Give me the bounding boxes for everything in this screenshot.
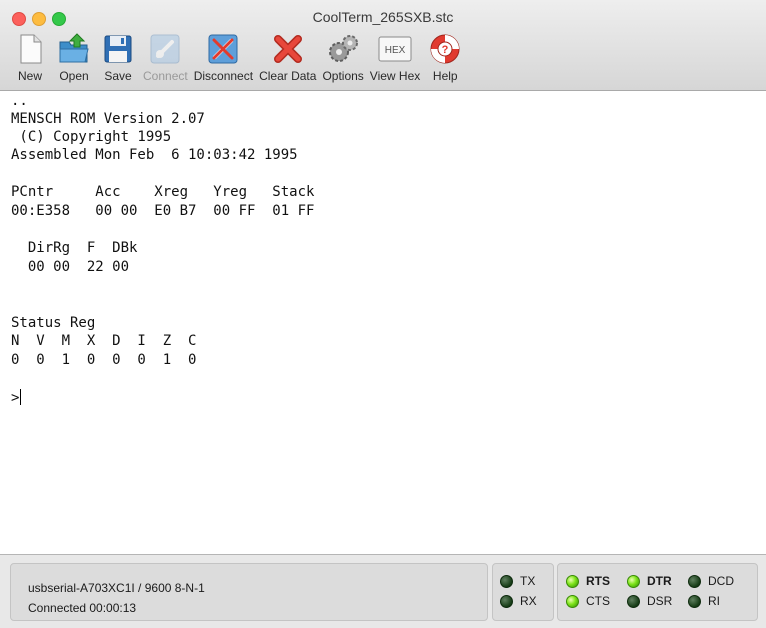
options-button-label: Options: [322, 69, 364, 83]
status-bar: usbserial-A703XC1I / 9600 8-N-1 Connecte…: [0, 555, 766, 628]
open-button[interactable]: Open: [52, 32, 96, 88]
dsr-label: DSR: [647, 594, 673, 608]
terminal-line: N V M X D I Z C: [11, 333, 197, 349]
help-button[interactable]: ? Help: [423, 32, 467, 88]
rts-led[interactable]: [566, 575, 579, 588]
help-lifebuoy-icon: ?: [430, 34, 460, 64]
disconnect-plug-icon: [208, 34, 238, 64]
dtr-led[interactable]: [627, 575, 640, 588]
gears-icon: [329, 35, 359, 62]
port-settings-text: usbserial-A703XC1I / 9600 8-N-1: [28, 581, 205, 595]
options-button[interactable]: Options: [319, 32, 366, 88]
new-button-label: New: [17, 69, 42, 83]
terminal-line: Assembled Mon Feb 6 10:03:42 1995: [11, 147, 298, 163]
svg-text:?: ?: [442, 44, 449, 56]
tx-label: TX: [520, 574, 536, 588]
terminal-line: Status Reg: [11, 315, 96, 331]
clear-data-x-icon: [273, 35, 302, 63]
terminal-line: 0 0 1 0 0 0 1 0: [11, 352, 197, 368]
save-button[interactable]: Save: [96, 32, 140, 88]
terminal-line: 00 00 22 00: [11, 259, 130, 275]
window-title: CoolTerm_265SXB.stc: [312, 9, 454, 25]
coolterm-window: CoolTerm_265SXB.stc New Open Save Connec…: [0, 0, 766, 628]
terminal-prompt: >: [11, 390, 20, 406]
help-button-label: Help: [432, 69, 458, 83]
view-hex-button-label: View Hex: [369, 69, 421, 83]
terminal-line: MENSCH ROM Version 2.07: [11, 111, 205, 127]
terminal-line: (C) Copyright 1995: [11, 129, 172, 145]
tx-rx-panel: TX RX: [492, 563, 554, 621]
dtr-label[interactable]: DTR: [647, 574, 672, 588]
new-document-icon: [20, 34, 42, 64]
cts-label: CTS: [586, 594, 610, 608]
rx-label: RX: [520, 594, 537, 608]
terminal-line: PCntr Acc Xreg Yreg Stack: [11, 184, 315, 200]
connection-info-panel: usbserial-A703XC1I / 9600 8-N-1 Connecte…: [10, 563, 488, 621]
terminal-line: DirRg F DBk: [11, 240, 138, 256]
hex-badge-text: HEX: [385, 45, 406, 56]
terminal-line: ..: [11, 93, 28, 109]
ri-led: [688, 595, 701, 608]
dcd-led: [688, 575, 701, 588]
dcd-label: DCD: [708, 574, 734, 588]
view-hex-button[interactable]: HEX View Hex: [367, 32, 423, 88]
open-button-label: Open: [59, 69, 89, 83]
connect-button[interactable]: Connect: [140, 32, 191, 88]
new-button[interactable]: New: [8, 32, 52, 88]
rts-label[interactable]: RTS: [586, 574, 610, 588]
ri-label: RI: [708, 594, 720, 608]
title-bar: CoolTerm_265SXB.stc New Open Save Connec…: [0, 0, 766, 91]
connect-button-label: Connect: [143, 69, 188, 83]
save-button-label: Save: [104, 69, 132, 83]
disconnect-button-label: Disconnect: [193, 69, 254, 83]
cts-led: [566, 595, 579, 608]
terminal-output[interactable]: .. MENSCH ROM Version 2.07 (C) Copyright…: [0, 91, 766, 555]
terminal-line: 00:E358 00 00 E0 B7 00 FF 01 FF: [11, 203, 315, 219]
clear-data-button-label: Clear Data: [259, 69, 317, 83]
hex-view-icon: HEX: [378, 36, 412, 62]
rx-led: [500, 595, 513, 608]
connect-plug-icon: [150, 34, 180, 64]
terminal-prompt-line: >: [11, 389, 22, 407]
dsr-led: [627, 595, 640, 608]
line-status-panel: RTS CTS DTR DSR DCD RI: [557, 563, 758, 621]
floppy-disk-icon: [104, 35, 132, 63]
disconnect-button[interactable]: Disconnect: [191, 32, 256, 88]
text-cursor: [20, 389, 22, 405]
toolbar: New Open Save Connect Disconnect Clear D…: [8, 32, 467, 88]
tx-led: [500, 575, 513, 588]
connection-timer-text: Connected 00:00:13: [28, 601, 137, 615]
open-folder-icon: [59, 33, 89, 63]
clear-data-button[interactable]: Clear Data: [256, 32, 319, 88]
